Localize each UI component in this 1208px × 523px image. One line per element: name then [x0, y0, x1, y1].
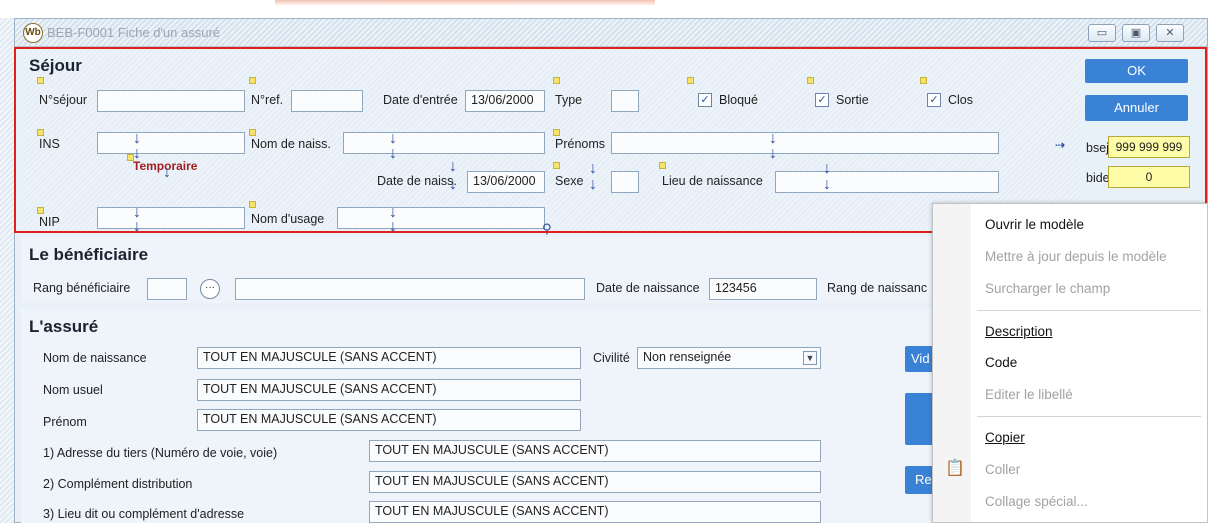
adresse1-label: 1) Adresse du tiers (Numéro de voie, voi… [43, 446, 278, 460]
nom-usuel-label: Nom usuel [43, 383, 103, 397]
context-menu: Ouvrir le modèle Mettre à jour depuis le… [932, 203, 1208, 523]
benef-date-naiss-label: Date de naissance [596, 281, 700, 295]
benef-date-naiss-input[interactable]: 123456 [709, 278, 817, 300]
left-edge [0, 18, 14, 523]
beneficiaire-title: Le bénéficiaire [29, 245, 149, 264]
rang-beneficiaire-input[interactable] [147, 278, 187, 300]
rang-naissance-label: Rang de naissanc [827, 281, 928, 295]
nom-usuel-input[interactable]: TOUT EN MAJUSCULE (SANS ACCENT) [197, 379, 581, 401]
app-icon: Wb [23, 23, 43, 43]
menu-item-ouvrir-modele[interactable]: Ouvrir le modèle [985, 217, 1084, 232]
menu-item-collage-special[interactable]: Collage spécial... [985, 494, 1088, 509]
prenom-input[interactable]: TOUT EN MAJUSCULE (SANS ACCENT) [197, 409, 581, 431]
adresse1-input[interactable]: TOUT EN MAJUSCULE (SANS ACCENT) [369, 440, 821, 462]
minimize-button[interactable]: ▭ [1088, 24, 1116, 42]
ribbon-accent [275, 0, 655, 6]
civilite-select[interactable]: Non renseignée [637, 347, 821, 369]
civilite-label: Civilité [593, 351, 630, 365]
adresse3-label: 3) Lieu dit ou complément d'adresse [43, 507, 245, 521]
prenom-label: Prénom [43, 415, 87, 429]
title-bar[interactable]: Wb BEB-F0001 Fiche d'un assuré ▭ ▣ ✕ [15, 19, 1207, 47]
adresse3-input[interactable]: TOUT EN MAJUSCULE (SANS ACCENT) [369, 501, 821, 523]
screen: Wb BEB-F0001 Fiche d'un assuré ▭ ▣ ✕ Séj… [0, 0, 1208, 523]
nom-naissance-label: Nom de naissance [43, 351, 147, 365]
assure-title: L'assuré [29, 317, 99, 336]
chevron-down-icon[interactable]: ▼ [803, 351, 817, 365]
nom-naissance-input[interactable]: TOUT EN MAJUSCULE (SANS ACCENT) [197, 347, 581, 369]
menu-separator [977, 416, 1201, 417]
menu-item-description[interactable]: Description [985, 324, 1053, 339]
adresse2-input[interactable]: TOUT EN MAJUSCULE (SANS ACCENT) [369, 471, 821, 493]
menu-item-coller[interactable]: Coller [985, 462, 1020, 477]
window-title: BEB-F0001 Fiche d'un assuré [47, 25, 221, 40]
menu-item-editer-libelle[interactable]: Editer le libellé [985, 387, 1073, 402]
more-options-button[interactable]: ··· [200, 279, 220, 299]
menu-item-surcharger[interactable]: Surcharger le champ [985, 281, 1110, 296]
adresse2-label: 2) Complément distribution [43, 477, 193, 491]
maximize-button[interactable]: ▣ [1122, 24, 1150, 42]
menu-separator [977, 310, 1201, 311]
top-strip [0, 0, 1208, 18]
paste-icon: 📋 [945, 460, 965, 477]
close-button[interactable]: ✕ [1156, 24, 1184, 42]
menu-item-mettre-a-jour[interactable]: Mettre à jour depuis le modèle [985, 249, 1167, 264]
beneficiaire-name-input[interactable] [235, 278, 585, 300]
rang-beneficiaire-label: Rang bénéficiaire [33, 281, 131, 295]
menu-item-copier[interactable]: Copier [985, 430, 1025, 445]
menu-item-code[interactable]: Code [985, 355, 1017, 370]
